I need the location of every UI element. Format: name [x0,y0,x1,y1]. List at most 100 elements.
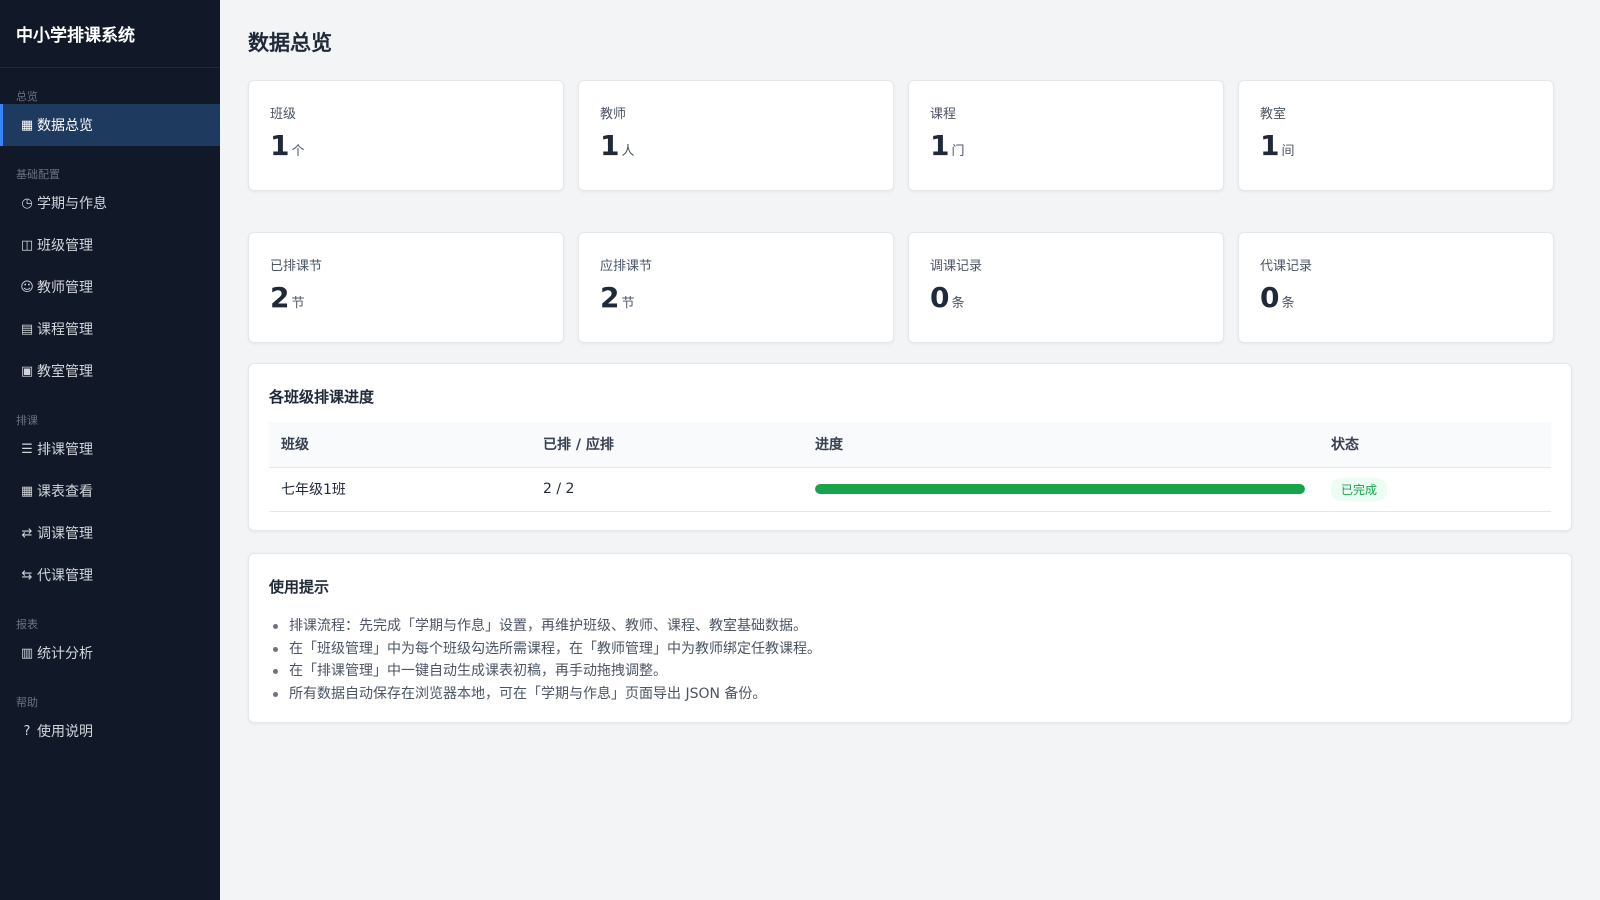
ratio-cell: 2 / 2 [531,467,803,512]
column-header-progress: 进度 [803,422,1319,468]
stat-label: 已排课节 [270,259,323,274]
progress-table: 班级 已排 / 应排 进度 状态 七年级1班 2 / 2 已完成 [269,422,1551,512]
stat-label: 调课记录 [930,259,983,274]
stat-card: 教师 1 人 [578,80,894,191]
stat-unit: 节 [291,296,305,311]
column-header-class: 班级 [269,422,531,468]
sidebar-item-label: 课程管理 [37,322,93,338]
sidebar-section-label: 总览 [16,90,38,103]
stat-value: 1 [270,129,290,162]
stat-value: 0 [930,281,950,314]
main-content: 数据总览 班级 1 个教师 1 人课程 1 门教室 1 间已排课节 2 节应排课节 2 节调课记录 0 条代… [220,0,1600,900]
status-badge: 已完成 [1331,477,1388,501]
stat-value-row: 2节 [600,284,873,312]
sidebar-item-label: 数据总览 [37,118,93,134]
progress-table-body: 七年级1班 2 / 2 已完成 [269,467,1551,512]
sidebar-item-label: 学期与作息 [37,196,107,212]
sidebar-item[interactable]: ⇄ 调课管理 [0,512,220,554]
stat-card: 代课记录 0 条 [1238,232,1554,343]
sidebar-item-label: 教室管理 [37,364,93,380]
list-icon: ☰ [21,441,33,457]
sidebar-item[interactable]: ▤ 课程管理 [0,308,220,350]
app-title: 中小学排课系统 [0,0,220,68]
sidebar-item[interactable]: ▦ 课表查看 [0,470,220,512]
tip-item: 在「排课管理」中一键自动生成课表初稿，再手动拖拽调整。 [269,660,1551,683]
stat-label: 课程 [930,107,957,122]
progress-panel-title: 各班级排课进度 [269,388,375,406]
stat-value: 1 [600,129,620,162]
stat-unit: 条 [1281,296,1295,311]
stat-label: 教师 [600,107,627,122]
stat-value-row: 0条 [930,284,1203,312]
stat-unit: 节 [621,296,635,311]
tips-list: 排课流程：先完成「学期与作息」设置，再维护班级、教师、课程、教室基础数据。 在「班… [269,615,1551,705]
tip-item: 排课流程：先完成「学期与作息」设置，再维护班级、教师、课程、教室基础数据。 [269,615,1551,638]
teacher-icon: ☺ [20,279,34,295]
sidebar-item[interactable]: ◫ 班级管理 [0,224,220,266]
sidebar-section-label: 帮助 [16,696,38,709]
progress-track [815,484,1305,494]
sidebar-item-label: 调课管理 [37,526,93,542]
tips-panel-title: 使用提示 [269,578,330,596]
stat-value-row: 1人 [600,132,873,160]
stat-unit: 个 [291,144,305,159]
substitute-icon: ⇆ [21,567,33,583]
stat-label: 班级 [270,107,297,122]
sidebar-item-label: 教师管理 [37,280,93,296]
sidebar-item[interactable]: ▥ 统计分析 [0,632,220,674]
column-header-ratio: 已排 / 应排 [531,422,803,468]
page-title: 数据总览 [248,31,332,55]
tip-item: 所有数据自动保存在浏览器本地，可在「学期与作息」页面导出 JSON 备份。 [269,683,1551,706]
sidebar-item[interactable]: ▦ 数据总览 [0,104,220,146]
clock-icon: ◷ [21,195,33,211]
class-icon: ◫ [20,237,34,253]
chart-icon: ▥ [20,645,34,661]
stat-card: 课程 1 门 [908,80,1224,191]
sidebar-item-label: 排课管理 [37,442,93,458]
progress-cell [803,467,1319,512]
sidebar-item[interactable]: ⇆ 代课管理 [0,554,220,596]
stat-value: 1 [1260,129,1280,162]
stat-card: 已排课节 2 节 [248,232,564,343]
table-header-row: 班级 已排 / 应排 进度 状态 [269,422,1551,468]
timetable-icon: ▦ [20,483,34,499]
progress-panel: 各班级排课进度 班级 已排 / 应排 进度 状态 七年级1班 2 / 2 已完成 [248,363,1572,531]
column-header-status: 状态 [1319,422,1551,468]
stat-value: 2 [270,281,290,314]
classroom-icon: ▣ [20,363,34,379]
sidebar-section-label: 基础配置 [16,168,60,181]
sidebar-nav: 总览 ▦ 数据总览 基础配置 ◷ 学期与作息 ◫ 班级管理 ☺ 教师管理 ▤ 课程管理 ▣ 教室管理 排课 ☰… [0,78,220,752]
stat-card: 调课记录 0 条 [908,232,1224,343]
stat-value-row: 0条 [1260,284,1533,312]
stat-label: 代课记录 [1260,259,1313,274]
stat-value: 0 [1260,281,1280,314]
class-name-cell: 七年级1班 [269,467,531,512]
sidebar-item-label: 课表查看 [37,484,93,500]
sidebar-item[interactable]: ◷ 学期与作息 [0,182,220,224]
stat-unit: 人 [621,144,635,159]
sidebar-item-label: 统计分析 [37,646,93,662]
sidebar-item[interactable]: ☺ 教师管理 [0,266,220,308]
stat-unit: 间 [1281,144,1295,159]
stat-value: 2 [600,281,620,314]
stat-value-row: 2节 [270,284,543,312]
stat-label: 教室 [1260,107,1287,122]
help-icon: ? [23,723,31,739]
stat-unit: 条 [951,296,965,311]
sidebar: 中小学排课系统 总览 ▦ 数据总览 基础配置 ◷ 学期与作息 ◫ 班级管理 ☺ 教师管理 ▤ 课程管理… [0,0,220,900]
sidebar-item[interactable]: ▣ 教室管理 [0,350,220,392]
stat-unit: 门 [951,144,965,159]
status-cell: 已完成 [1319,467,1551,512]
sidebar-section-label: 报表 [16,618,38,631]
sidebar-item[interactable]: ? 使用说明 [0,710,220,752]
sidebar-section-label: 排课 [16,414,38,427]
stat-value-row: 1间 [1260,132,1533,160]
course-icon: ▤ [20,321,34,337]
stat-card: 教室 1 间 [1238,80,1554,191]
sidebar-item-label: 使用说明 [37,724,93,740]
sidebar-item[interactable]: ☰ 排课管理 [0,428,220,470]
stat-card: 应排课节 2 节 [578,232,894,343]
stat-value: 1 [930,129,950,162]
grid-icon: ▦ [20,117,34,133]
stat-card: 班级 1 个 [248,80,564,191]
